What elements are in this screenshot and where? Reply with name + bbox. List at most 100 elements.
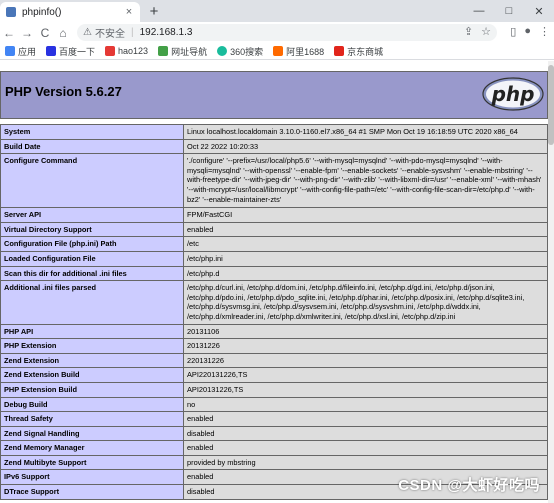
window-controls: — □ ✕ xyxy=(464,0,554,22)
info-key: Server API xyxy=(0,207,184,223)
info-key: Debug Build xyxy=(0,396,184,413)
jd-icon xyxy=(334,46,345,56)
bookmark-star-icon[interactable]: ☆ xyxy=(481,25,491,38)
info-key: Build Date xyxy=(0,138,184,155)
info-row: Zend Memory Manager enabled xyxy=(0,440,548,456)
info-row: Configure Command './configure' '--prefix… xyxy=(0,153,548,209)
tab-phpinfo[interactable]: phpinfo() × xyxy=(0,2,140,22)
scrollbar-thumb[interactable] xyxy=(548,65,554,145)
home-icon[interactable]: ⌂ xyxy=(54,26,72,40)
new-tab-button[interactable]: + xyxy=(147,3,161,20)
info-value: no xyxy=(183,396,548,413)
info-value: enabled xyxy=(183,411,548,427)
info-row: Zend Multibyte Support provided by mbstri… xyxy=(0,454,548,471)
info-row: Zend Signal Handling disabled xyxy=(0,425,548,442)
reload-icon[interactable]: C xyxy=(36,26,54,40)
bookmark-360[interactable]: 360搜索 xyxy=(217,45,263,58)
info-row: Server API FPM/FastCGI xyxy=(0,207,548,223)
watermark-text: CSDN @大虾好吃吗 xyxy=(398,477,540,494)
info-value: FPM/FastCGI xyxy=(183,207,548,223)
bookmark-jd[interactable]: 京东商城 xyxy=(334,45,383,58)
info-row: Additional .ini files parsed/etc/php.d/c… xyxy=(0,280,548,325)
info-value: './configure' '--prefix=/usr/local/php5.… xyxy=(183,153,548,209)
page-scrollbar[interactable] xyxy=(548,61,554,503)
address-bar[interactable]: ⚠ 不安全 | 192.168.1.3 ⇪ ☆ xyxy=(77,24,497,41)
info-key: Thread Safety xyxy=(0,411,184,427)
maximize-button[interactable]: □ xyxy=(494,0,524,22)
tab-close-icon[interactable]: × xyxy=(122,6,136,18)
close-window-button[interactable]: ✕ xyxy=(524,0,554,22)
url-text[interactable]: 192.168.1.3 xyxy=(140,27,193,38)
info-value: 20131226 xyxy=(183,338,548,354)
info-key: Configure Command xyxy=(0,153,184,209)
minimize-button[interactable]: — xyxy=(464,0,494,22)
info-key: Scan this dir for additional .ini files xyxy=(0,265,184,282)
info-key: Virtual Directory Support xyxy=(0,221,184,238)
tab-strip: phpinfo() × + — □ ✕ xyxy=(0,0,554,22)
tab-title: phpinfo() xyxy=(22,6,62,18)
info-value: enabled xyxy=(183,440,548,456)
bookmark-label: hao123 xyxy=(118,46,149,56)
forward-icon[interactable]: → xyxy=(18,26,36,40)
info-row: Loaded Configuration File/etc/php.ini xyxy=(0,250,548,267)
php-version-title: PHP Version 5.6.27 xyxy=(5,84,122,99)
info-key: DTrace Support xyxy=(0,484,184,500)
bookmark-label: 360搜索 xyxy=(230,46,264,57)
alibaba-1688-icon xyxy=(273,46,284,56)
360-search-icon xyxy=(217,46,228,56)
bookmark-1688[interactable]: 阿里1688 xyxy=(273,45,324,58)
info-key: System xyxy=(0,124,184,140)
info-key: Zend Extension xyxy=(0,352,184,369)
php-logo-icon: php xyxy=(482,77,544,111)
info-value: API220131226,TS xyxy=(183,367,548,383)
info-row: Scan this dir for additional .ini files /… xyxy=(0,265,548,282)
info-row: Debug Build no xyxy=(0,396,548,413)
browser-toolbar: ← → C ⌂ ⚠ 不安全 | 192.168.1.3 ⇪ ☆ ▯ ● ⋮ xyxy=(0,22,554,43)
info-value: /etc/php.ini xyxy=(183,250,548,267)
info-row: Zend Extension Build API220131226,TS xyxy=(0,367,548,383)
bookmarks-bar: 应用 百度一下 hao123 网址导航 360搜索 阿里1688 京东商城 xyxy=(0,43,554,60)
apps-grid-icon xyxy=(5,46,15,56)
info-row: Zend Extension 220131226 xyxy=(0,352,548,369)
nav-site-icon xyxy=(158,46,169,56)
bookmark-label: 应用 xyxy=(18,46,37,57)
bookmark-hao123[interactable]: hao123 xyxy=(105,46,148,56)
info-value: /etc xyxy=(183,236,548,252)
info-row: Virtual Directory Support enabled xyxy=(0,221,548,238)
bookmark-baidu[interactable]: 百度一下 xyxy=(46,45,95,58)
profile-icon[interactable]: ● xyxy=(524,25,531,38)
info-key: Zend Multibyte Support xyxy=(0,454,184,471)
page-content: PHP Version 5.6.27 php System Linux local… xyxy=(0,61,554,503)
info-key: Loaded Configuration File xyxy=(0,250,184,267)
info-key: Zend Memory Manager xyxy=(0,440,184,456)
info-value: provided by mbstring xyxy=(183,454,548,471)
info-key: Additional .ini files parsed xyxy=(0,280,184,325)
info-row: PHP Extension 20131226 xyxy=(0,338,548,354)
info-key: Configuration File (php.ini) Path xyxy=(0,236,184,252)
info-row: PHP Extension Build API20131226,TS xyxy=(0,381,548,398)
insecure-label[interactable]: 不安全 xyxy=(95,25,125,40)
info-value: Linux localhost.localdomain 3.10.0-1160.… xyxy=(183,124,548,140)
bookmark-label: 百度一下 xyxy=(59,46,96,57)
warning-icon: ⚠ xyxy=(83,27,92,38)
back-icon[interactable]: ← xyxy=(0,26,18,40)
info-key: IPv6 Support xyxy=(0,469,184,486)
sidepanel-icon[interactable]: ▯ xyxy=(510,25,516,38)
toolbar-actions: ▯ ● ⋮ xyxy=(510,25,550,38)
bookmark-label: 京东商城 xyxy=(347,46,384,57)
menu-icon[interactable]: ⋮ xyxy=(539,25,550,38)
share-icon[interactable]: ⇪ xyxy=(464,25,473,38)
info-value: API20131226,TS xyxy=(183,381,548,398)
hao123-icon xyxy=(105,46,116,56)
info-value: 20131106 xyxy=(183,323,548,340)
bookmark-label: 阿里1688 xyxy=(286,46,325,57)
bookmark-nav[interactable]: 网址导航 xyxy=(158,45,207,58)
omnibox-actions: ⇪ ☆ xyxy=(464,25,491,38)
info-value: /etc/php.d/curl.ini, /etc/php.d/dom.ini,… xyxy=(183,280,548,325)
info-key: PHP API xyxy=(0,323,184,340)
php-header: PHP Version 5.6.27 php xyxy=(0,71,548,119)
favicon-icon xyxy=(6,7,16,17)
info-value: Oct 22 2022 10:20:33 xyxy=(183,138,548,155)
info-key: Zend Signal Handling xyxy=(0,425,184,442)
bookmark-apps[interactable]: 应用 xyxy=(5,45,36,58)
